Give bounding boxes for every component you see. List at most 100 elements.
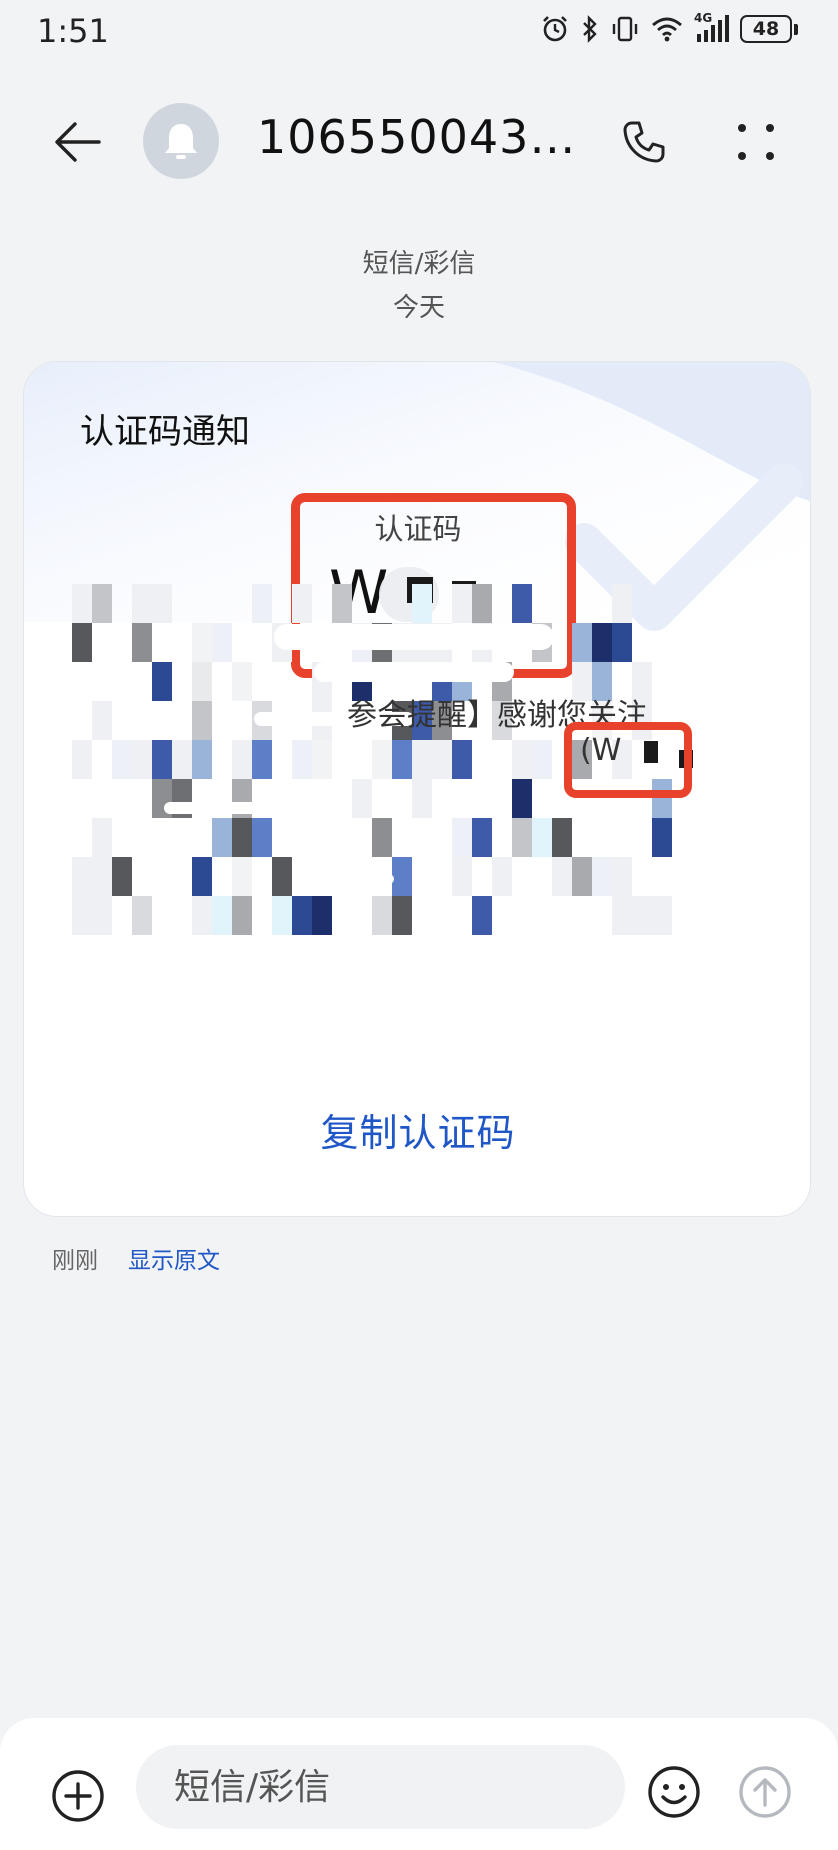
mosaic-tile (572, 623, 592, 662)
mosaic-tile (152, 662, 172, 701)
mosaic-tile (392, 857, 412, 896)
mosaic-tile (552, 857, 572, 896)
mosaic-tile (112, 857, 132, 896)
mosaic-tile (232, 740, 252, 779)
messaging-screen: 1:51 4G 48 1065500430... 短信/彩信 今天 认证码通知 … (0, 0, 838, 1850)
mosaic-tile (632, 896, 652, 935)
mosaic-tile (72, 584, 92, 623)
mosaic-tile (252, 584, 272, 623)
mosaic-tile (292, 740, 312, 779)
status-bar: 1:51 4G 48 (0, 0, 838, 64)
bell-icon (165, 124, 197, 159)
mosaic-tile (252, 740, 272, 779)
emoji-icon (648, 1766, 700, 1818)
mosaic-tile (412, 584, 432, 623)
mosaic-tile (452, 857, 472, 896)
message-time: 刚刚 (52, 1248, 98, 1274)
mosaic-tile (312, 740, 332, 779)
battery-icon: 48 (740, 15, 798, 43)
mosaic-tile (72, 896, 92, 935)
mosaic-tile (352, 779, 372, 818)
mosaic-tile (472, 818, 492, 857)
mosaic-tile (652, 818, 672, 857)
inline-code-highlight-box (564, 722, 692, 798)
mosaic-tile (452, 740, 472, 779)
mosaic-smudge (314, 662, 514, 682)
vibrate-icon (610, 14, 640, 44)
message-body-mosaic (72, 584, 672, 935)
mosaic-tile (512, 818, 532, 857)
message-footer: 刚刚 显示原文 (52, 1241, 220, 1275)
mosaic-tile (552, 818, 572, 857)
mosaic-tile (272, 857, 292, 896)
send-button[interactable] (735, 1762, 795, 1822)
mosaic-smudge (274, 624, 554, 650)
mosaic-tile (192, 662, 212, 701)
copy-code-button[interactable]: 复制认证码 (24, 1102, 810, 1157)
mosaic-tile (292, 584, 312, 623)
mosaic-tile (232, 662, 252, 701)
avatar[interactable] (143, 103, 219, 179)
phone-icon (623, 121, 665, 163)
mosaic-tile (312, 896, 332, 935)
mosaic-tile (92, 857, 112, 896)
more-button[interactable] (726, 112, 786, 172)
bluetooth-icon (580, 14, 600, 44)
mosaic-tile (372, 896, 392, 935)
mosaic-tile (232, 896, 252, 935)
status-icons: 4G 48 (540, 11, 798, 44)
mosaic-tile (592, 623, 612, 662)
alarm-icon (540, 14, 570, 44)
mosaic-tile (72, 857, 92, 896)
emoji-button[interactable] (644, 1762, 704, 1822)
show-original-link[interactable]: 显示原文 (128, 1241, 220, 1275)
battery-tip (794, 23, 798, 35)
mosaic-tile (332, 584, 352, 623)
mosaic-tile (292, 896, 312, 935)
mosaic-tile (192, 857, 212, 896)
mosaic-tile (192, 896, 212, 935)
mosaic-tile (512, 584, 532, 623)
status-time: 1:51 (37, 12, 109, 50)
mosaic-tile (192, 623, 212, 662)
composer-bar (0, 1718, 838, 1850)
mosaic-smudge (304, 874, 394, 884)
mosaic-tile (132, 623, 152, 662)
call-button[interactable] (614, 112, 674, 172)
mosaic-tile (192, 701, 212, 740)
mosaic-tile (412, 779, 432, 818)
add-attachment-button[interactable] (50, 1768, 106, 1824)
back-button[interactable] (48, 112, 108, 172)
message-input[interactable] (136, 1745, 625, 1829)
mosaic-tile (112, 740, 132, 779)
wifi-icon (650, 14, 684, 44)
verification-code-card: 认证码通知 认证码 W 参会提醒】感谢您关注 (W 复制认证码 (23, 361, 811, 1217)
mosaic-tile (232, 818, 252, 857)
plus-circle-icon (52, 1770, 104, 1822)
mosaic-tile (172, 740, 192, 779)
mosaic-tile (132, 896, 152, 935)
mosaic-tile (652, 896, 672, 935)
more-dots-icon (738, 124, 774, 160)
battery-level: 48 (740, 15, 792, 43)
mosaic-tile (532, 740, 552, 779)
mosaic-tile (72, 623, 92, 662)
mosaic-tile (152, 740, 172, 779)
mosaic-tile (132, 740, 152, 779)
send-arrow-icon (739, 1766, 791, 1818)
mosaic-tile (512, 779, 532, 818)
mosaic-tile (412, 740, 432, 779)
mosaic-tile (392, 740, 412, 779)
mosaic-tile (592, 857, 612, 896)
mosaic-tile (232, 857, 252, 896)
conversation-header: 1065500430... (0, 90, 838, 190)
date-separator: 今天 (392, 293, 445, 323)
mosaic-tile (92, 896, 112, 935)
mosaic-tile (92, 818, 112, 857)
cellular-signal-icon: 4G (694, 11, 730, 44)
contact-name[interactable]: 1065500430... (257, 110, 577, 164)
mosaic-tile (372, 818, 392, 857)
back-arrow-icon (55, 122, 101, 162)
mosaic-tile (532, 818, 552, 857)
mosaic-tile (472, 584, 492, 623)
